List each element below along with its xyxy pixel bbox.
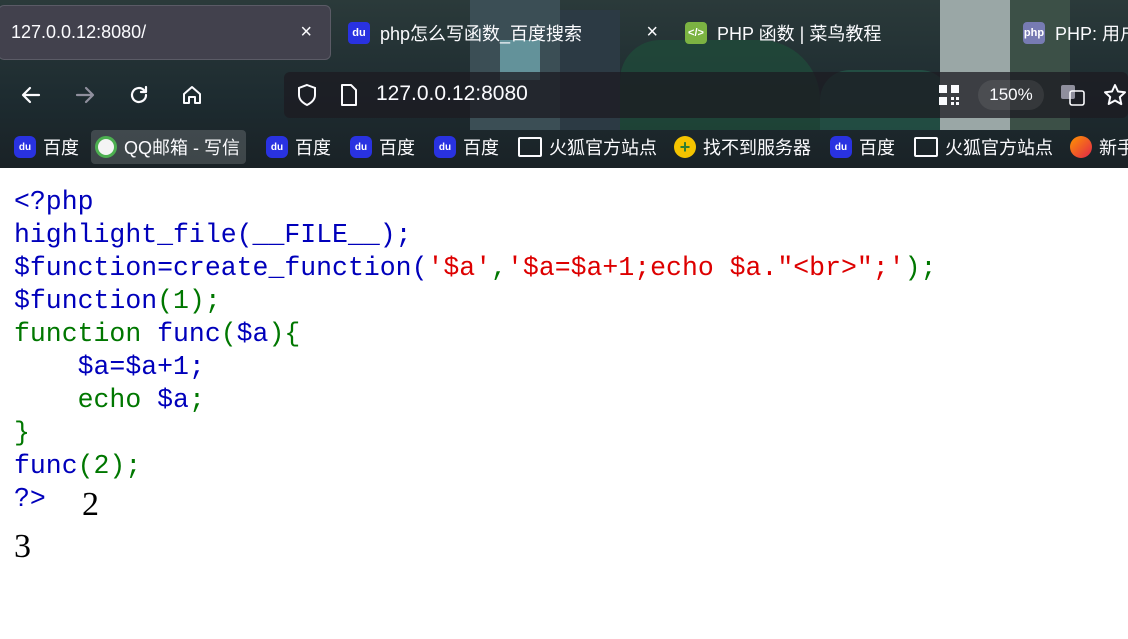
- tab-runoob[interactable]: </> PHP 函数 | 菜鸟教程: [685, 5, 881, 60]
- bookmark-baidu[interactable]: du 百度: [430, 130, 505, 164]
- url-text[interactable]: 127.0.0.12:8080: [376, 82, 528, 106]
- baidu-paw-icon: du: [434, 136, 456, 158]
- tab-title: php怎么写函数_百度搜索: [380, 23, 583, 44]
- bookmark-label: 新手: [1099, 138, 1128, 158]
- tab-title: PHP 函数 | 菜鸟教程: [717, 23, 882, 44]
- tab-title: PHP: 用户: [1055, 23, 1128, 44]
- tab-php-manual[interactable]: php PHP: 用户: [1023, 5, 1128, 60]
- php-icon: php: [1023, 21, 1045, 44]
- code-line: }: [14, 418, 30, 448]
- tab-baidu-search[interactable]: du php怎么写函数_百度搜索 ×: [348, 5, 668, 60]
- bookmark-label: 百度: [859, 138, 895, 158]
- bookmark-label: 百度: [463, 138, 499, 158]
- baidu-paw-icon: du: [830, 136, 852, 158]
- output-line-2: 3: [14, 528, 31, 565]
- code-line: func(2);: [14, 451, 142, 481]
- url-bar[interactable]: 127.0.0.12:8080 150%: [284, 72, 1128, 118]
- bookmarks-toolbar: du 百度 QQ邮箱 - 写信 du 百度 du 百度 du 百度 火狐官方站点…: [0, 127, 1128, 167]
- cross-icon: +: [674, 136, 696, 158]
- bookmark-label: 找不到服务器: [703, 138, 811, 158]
- output-line-1: 2: [82, 486, 99, 523]
- bookmark-folder-firefox[interactable]: 火狐官方站点: [910, 130, 1059, 164]
- tab-close-icon[interactable]: ×: [646, 21, 658, 44]
- zoom-level-badge[interactable]: 150%: [978, 80, 1044, 110]
- highlighted-source-code: <?php highlight_file(__FILE__); $functio…: [14, 186, 936, 516]
- code-line: ?>: [14, 484, 46, 514]
- baidu-paw-icon: du: [348, 21, 370, 44]
- qq-mail-icon: [95, 136, 117, 158]
- code-line: $function(1);: [14, 286, 221, 316]
- bookmark-label: 百度: [295, 138, 331, 158]
- browser-chrome: 127.0.0.12:8080/ × du php怎么写函数_百度搜索 × </…: [0, 0, 1128, 168]
- baidu-paw-icon: du: [14, 136, 36, 158]
- bookmark-baidu[interactable]: du 百度: [262, 130, 337, 164]
- baidu-paw-icon: du: [350, 136, 372, 158]
- code-line: $a=$a+1;: [14, 352, 205, 382]
- reload-icon[interactable]: [122, 78, 156, 112]
- bookmark-baidu[interactable]: du 百度: [346, 130, 421, 164]
- tab-active[interactable]: 127.0.0.12:8080/ ×: [0, 5, 331, 60]
- tab-close-icon[interactable]: ×: [300, 21, 312, 44]
- code-line: <?php: [14, 187, 94, 217]
- page-info-icon[interactable]: [334, 80, 364, 110]
- firefox-icon: [1070, 136, 1092, 158]
- bookmark-server-not-found[interactable]: + 找不到服务器: [670, 130, 817, 164]
- bookmark-label: 火狐官方站点: [945, 138, 1053, 158]
- folder-icon: [914, 137, 938, 157]
- bookmark-label: 火狐官方站点: [549, 138, 657, 158]
- qr-code-icon[interactable]: [934, 80, 964, 110]
- forward-arrow-icon[interactable]: [68, 78, 102, 112]
- home-icon[interactable]: [175, 78, 209, 112]
- bookmark-firefox-newbie[interactable]: 新手: [1066, 130, 1128, 164]
- translate-icon[interactable]: [1058, 80, 1088, 110]
- code-line: highlight_file(__FILE__);: [14, 220, 412, 250]
- code-line: $function=create_function('$a','$a=$a+1;…: [14, 253, 937, 283]
- bookmark-star-icon[interactable]: [1100, 80, 1128, 110]
- tracking-protection-shield-icon[interactable]: [292, 80, 322, 110]
- bookmark-baidu[interactable]: du 百度: [10, 130, 85, 164]
- code-line: echo $a;: [14, 385, 205, 415]
- bookmark-folder-firefox[interactable]: 火狐官方站点: [514, 130, 663, 164]
- back-arrow-icon[interactable]: [14, 78, 48, 112]
- tab-title: 127.0.0.12:8080/: [11, 22, 147, 42]
- bookmark-qq-mail[interactable]: QQ邮箱 - 写信: [91, 130, 246, 164]
- baidu-paw-icon: du: [266, 136, 288, 158]
- bookmark-label: 百度: [43, 138, 79, 158]
- folder-icon: [518, 137, 542, 157]
- bookmark-label: QQ邮箱 - 写信: [124, 138, 240, 158]
- code-line: function func($a){: [14, 319, 301, 349]
- bookmark-baidu[interactable]: du 百度: [826, 130, 901, 164]
- bookmark-label: 百度: [379, 138, 415, 158]
- runoob-icon: </>: [685, 21, 707, 44]
- navigation-toolbar: 127.0.0.12:8080 150%: [0, 64, 1128, 126]
